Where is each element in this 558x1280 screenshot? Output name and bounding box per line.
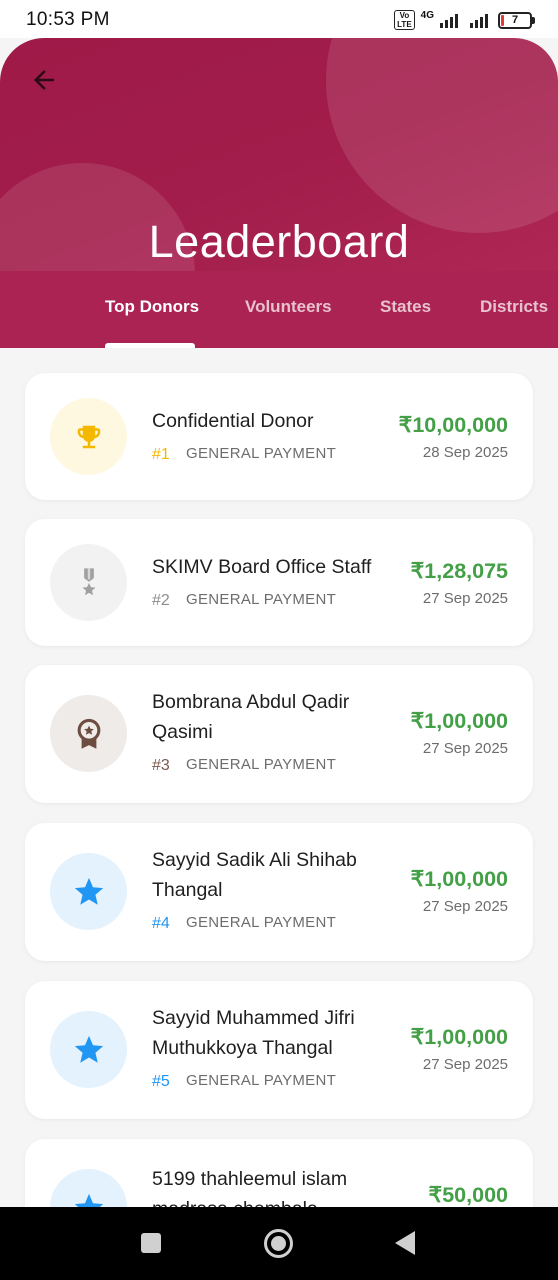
donor-card[interactable]: SKIMV Board Office Staff #2 GENERAL PAYM… [25,519,533,646]
medal-icon [82,567,95,595]
header: Leaderboard Top Donors Volunteers States… [0,38,558,348]
donor-rank: #2 [152,592,170,609]
donor-name: 5199 thahleemul islam madrasa chembala [152,1168,348,1207]
rank-badge [50,398,127,475]
system-nav-bar [0,1207,558,1280]
signal-icon [440,12,458,28]
status-icons: Vo LTE 4G 7 [394,10,535,30]
status-time: 10:53 PM [26,9,110,30]
donor-rank: #5 [152,1073,170,1090]
donor-name: SKIMV Board Office Staff [152,556,372,578]
triangle-back-icon [395,1231,415,1255]
payment-type: GENERAL PAYMENT [186,914,337,931]
decor-circle [326,38,558,233]
rank-badge [50,853,127,930]
donation-date: 27 Sep 2025 [422,740,508,757]
donation-date: 27 Sep 2025 [422,590,508,607]
trophy-icon [77,425,100,448]
donor-card[interactable]: 5199 thahleemul islam madrasa chembala ₹… [25,1139,533,1207]
donor-rank: #4 [152,915,170,932]
arrow-back-icon [34,70,54,90]
signal-icon-2 [470,12,488,28]
rank-badge [50,695,127,772]
tab-districts[interactable]: Districts [480,297,548,317]
star-icon [74,877,103,905]
volte-icon: Vo LTE [394,10,415,30]
donor-card[interactable]: Sayyid Muhammed Jifri Muthukkoya Thangal… [25,981,533,1119]
payment-type: GENERAL PAYMENT [186,756,337,773]
donation-date: 28 Sep 2025 [422,444,508,461]
donation-date: 27 Sep 2025 [422,898,508,915]
donor-list[interactable]: Confidential Donor #1 GENERAL PAYMENT ₹1… [0,348,558,1207]
star-icon [74,1035,103,1063]
donation-amount: ₹1,00,000 [410,867,508,891]
network-type: 4G [420,10,434,21]
donor-rank: #1 [152,446,170,463]
tab-volunteers[interactable]: Volunteers [245,297,332,317]
donor-card[interactable]: Confidential Donor #1 GENERAL PAYMENT ₹1… [25,373,533,500]
award-icon [77,718,100,749]
payment-type: GENERAL PAYMENT [186,1072,337,1089]
donor-card[interactable]: Sayyid Sadik Ali Shihab Thangal #4 GENER… [25,823,533,961]
donation-amount: ₹1,00,000 [410,1025,508,1049]
nav-back-button[interactable] [394,1230,416,1261]
page-title: Leaderboard [148,216,410,267]
donor-name: Sayyid Muhammed Jifri Muthukkoya Thangal [152,1007,355,1059]
donation-amount: ₹10,00,000 [398,413,508,437]
donation-amount: ₹50,000 [428,1183,508,1207]
donor-rank: #3 [152,757,170,774]
app-screen: Leaderboard Top Donors Volunteers States… [0,38,558,1207]
tab-states[interactable]: States [380,297,431,317]
donation-amount: ₹1,28,075 [410,559,508,583]
circle-home-icon [264,1229,293,1258]
star-icon [74,1193,103,1207]
home-button[interactable] [263,1228,294,1264]
recents-button[interactable] [140,1232,162,1259]
status-bar: 10:53 PM Vo LTE 4G 7 [0,0,558,40]
donor-name: Sayyid Sadik Ali Shihab Thangal [152,849,357,901]
battery-icon: 7 [498,11,535,29]
donor-card[interactable]: Bombrana Abdul Qadir Qasimi #3 GENERAL P… [25,665,533,803]
payment-type: GENERAL PAYMENT [186,591,337,608]
donor-name: Confidential Donor [152,410,314,432]
donor-name: Bombrana Abdul Qadir Qasimi [152,691,350,743]
rank-badge [50,1169,127,1207]
payment-type: GENERAL PAYMENT [186,445,337,462]
rank-badge [50,544,127,621]
square-recents-icon [141,1233,161,1253]
tab-top-donors[interactable]: Top Donors [105,297,199,317]
donation-date: 27 Sep 2025 [422,1056,508,1073]
rank-badge [50,1011,127,1088]
donation-amount: ₹1,00,000 [410,709,508,733]
back-button[interactable] [26,62,62,98]
tabs-bar: Top Donors Volunteers States Districts [0,271,558,348]
